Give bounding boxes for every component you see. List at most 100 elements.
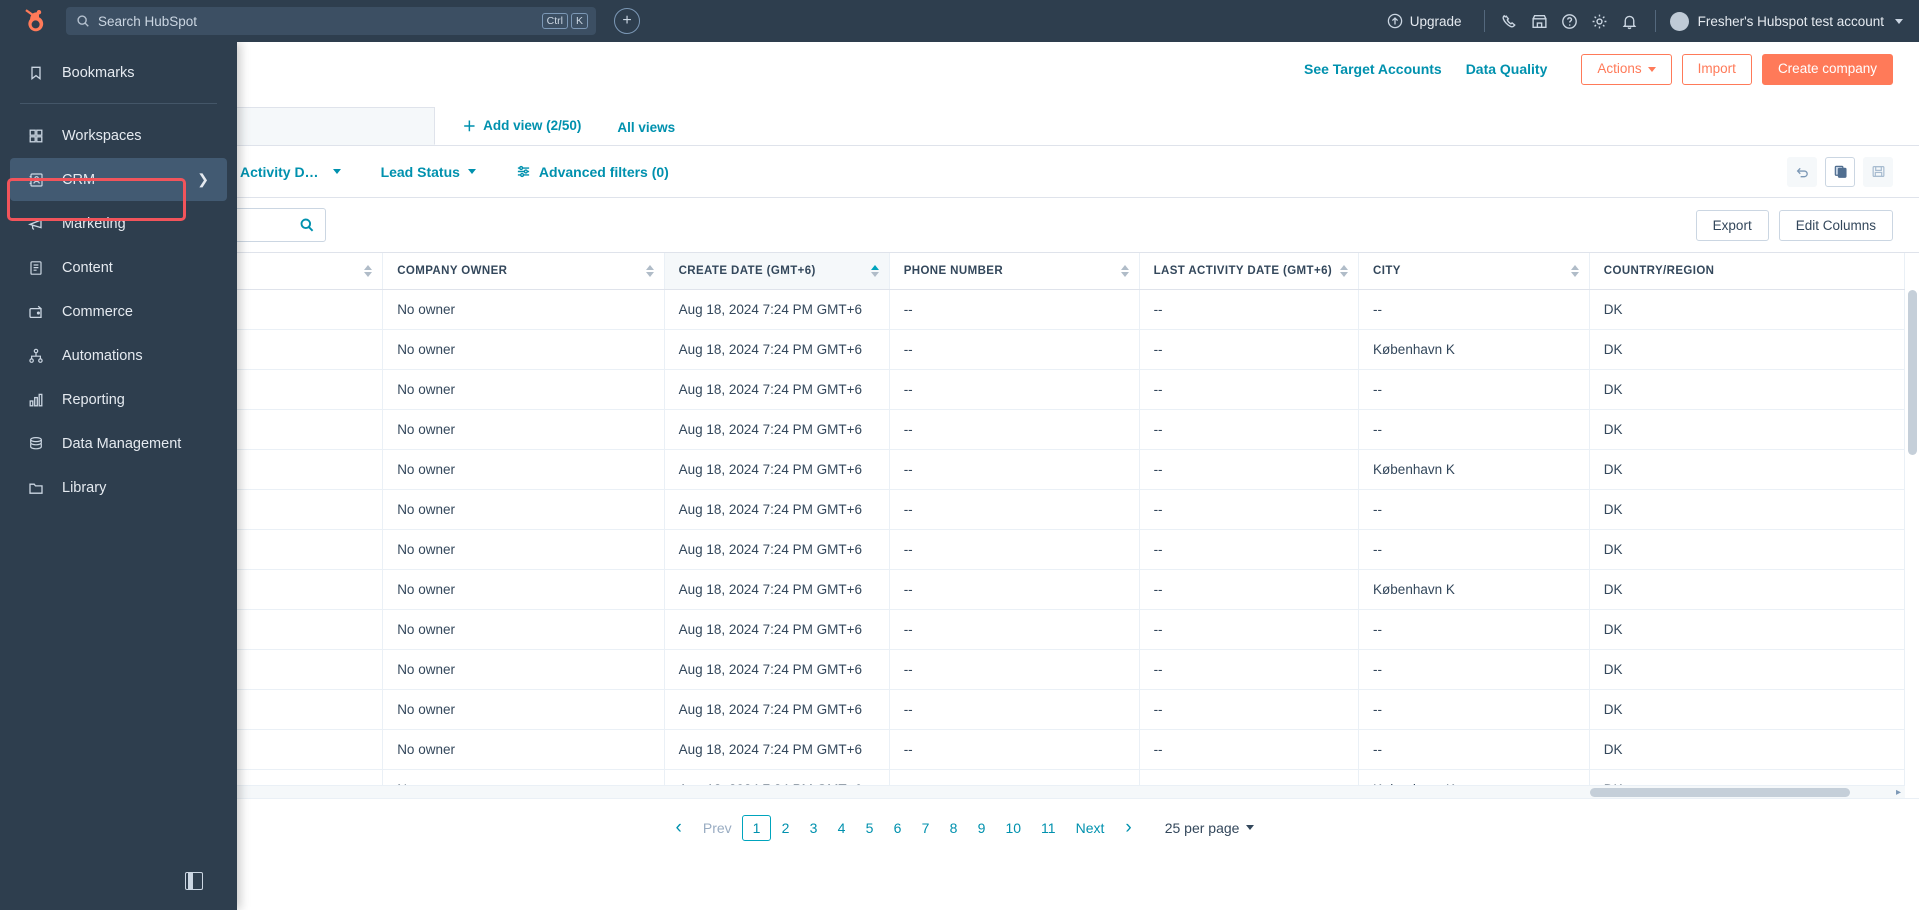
collapse-panel-icon[interactable] xyxy=(185,872,203,890)
per-page-selector[interactable]: 25 per page xyxy=(1165,820,1255,836)
cell-create-date: Aug 18, 2024 7:24 PM GMT+6 xyxy=(664,529,890,570)
table-row[interactable]: ERDAL DANMARK …No ownerAug 18, 2024 7:24… xyxy=(0,489,1906,530)
sidebar-item-reporting[interactable]: Reporting xyxy=(10,378,227,421)
per-page-label: 25 per page xyxy=(1164,819,1240,836)
table-row[interactable]: ARAT SCANDINAVIA…No ownerAug 18, 2024 7:… xyxy=(0,649,1906,690)
column-header-last-activity-date[interactable]: LAST ACTIVITY DATE (GMT+6) xyxy=(1139,253,1360,290)
page-number-3[interactable]: 3 xyxy=(799,816,827,840)
sort-icon[interactable] xyxy=(1120,264,1129,277)
edit-columns-button[interactable]: Edit Columns xyxy=(1778,209,1893,241)
sidebar-item-bookmarks[interactable]: Bookmarks xyxy=(10,51,227,94)
search-icon[interactable] xyxy=(299,217,315,233)
table-row[interactable]: ECIALFORENINGE…No ownerAug 18, 2024 7:24… xyxy=(0,609,1906,650)
page-number-6[interactable]: 6 xyxy=(883,816,911,840)
sidebar-item-crm[interactable]: CRM ❯ xyxy=(10,158,227,201)
hubspot-sprocket-icon[interactable] xyxy=(16,4,50,38)
table-row[interactable]: BRE ADMINISTRAT…No ownerAug 18, 2024 7:2… xyxy=(0,289,1906,330)
sidebar-item-commerce[interactable]: Commerce xyxy=(10,290,227,333)
advanced-filters-button[interactable]: Advanced filters (0) xyxy=(516,164,669,180)
phone-icon[interactable] xyxy=(1495,6,1525,36)
sidebar-item-marketing[interactable]: Marketing xyxy=(10,202,227,245)
save-icon[interactable] xyxy=(1863,156,1893,187)
table-row[interactable]: AMS LIMITED ApSNo ownerAug 18, 2024 7:24… xyxy=(0,449,1906,490)
actions-button[interactable]: Actions xyxy=(1581,54,1672,85)
cell-company-owner: No owner xyxy=(382,449,665,490)
cell-country-region: DK xyxy=(1589,529,1906,570)
cell-city: -- xyxy=(1358,689,1590,730)
cell-create-date: Aug 18, 2024 7:24 PM GMT+6 xyxy=(664,569,890,610)
next-page-arrow[interactable]: › xyxy=(1114,817,1142,839)
scrollbar-thumb[interactable] xyxy=(1590,788,1850,797)
cell-last-activity-date: -- xyxy=(1139,289,1360,330)
page-number-11[interactable]: 11 xyxy=(1031,816,1066,840)
folder-icon xyxy=(28,480,50,496)
data-quality-link[interactable]: Data Quality xyxy=(1466,61,1548,77)
column-header-create-date[interactable]: CREATE DATE (GMT+6) xyxy=(664,253,890,290)
table-row[interactable]: STISEN & RYBERGNo ownerAug 18, 2024 7:24… xyxy=(0,569,1906,610)
all-views-link[interactable]: All views xyxy=(617,120,675,135)
vertical-scrollbar[interactable] xyxy=(1907,290,1918,784)
page-number-8[interactable]: 8 xyxy=(939,816,967,840)
global-search-box[interactable]: Search HubSpot Ctrl K xyxy=(66,7,596,35)
table-toolbar-right: Export Edit Columns xyxy=(1695,209,1893,241)
page-number-10[interactable]: 10 xyxy=(995,816,1031,840)
table-row[interactable]: s ApS under KonkursNo ownerAug 18, 2024 … xyxy=(0,409,1906,450)
cell-create-date: Aug 18, 2024 7:24 PM GMT+6 xyxy=(664,489,890,530)
kbd-key: K xyxy=(570,12,588,30)
cell-company-owner: No owner xyxy=(382,529,665,570)
marketplace-icon[interactable] xyxy=(1525,6,1555,36)
avatar xyxy=(1669,11,1689,31)
scrollbar-thumb[interactable] xyxy=(1908,290,1917,455)
upgrade-button[interactable]: Upgrade xyxy=(1375,13,1474,29)
sidebar-item-automations[interactable]: Automations xyxy=(10,334,227,377)
table-row[interactable]: NPARTSSELSKABET …No ownerAug 18, 2024 7:… xyxy=(0,369,1906,410)
cell-create-date: Aug 18, 2024 7:24 PM GMT+6 xyxy=(664,369,890,410)
horizontal-scrollbar[interactable]: ▸ xyxy=(0,785,1905,798)
bookmark-icon xyxy=(28,65,50,81)
account-menu[interactable]: Fresher's Hubspot test account xyxy=(1666,11,1903,31)
sort-icon[interactable] xyxy=(1570,264,1579,277)
duplicate-icon[interactable] xyxy=(1825,156,1855,187)
sidebar-item-library[interactable]: Library xyxy=(10,466,227,509)
gear-icon[interactable] xyxy=(1585,6,1615,36)
import-button[interactable]: Import xyxy=(1681,54,1752,85)
see-target-accounts-link[interactable]: See Target Accounts xyxy=(1304,61,1442,77)
page-number-1[interactable]: 1 xyxy=(741,814,772,841)
cell-phone-number: -- xyxy=(889,569,1140,610)
page-number-4[interactable]: 4 xyxy=(827,816,855,840)
sort-icon[interactable] xyxy=(645,264,654,277)
page-number-9[interactable]: 9 xyxy=(967,816,995,840)
page-number-5[interactable]: 5 xyxy=(855,816,883,840)
column-header-company-owner[interactable]: COMPANY OWNER xyxy=(382,253,665,290)
sidebar-item-data-management[interactable]: Data Management xyxy=(10,422,227,465)
table-row[interactable]: C. ILLUM A/SNo ownerAug 18, 2024 7:24 PM… xyxy=(0,329,1906,370)
filter-chip-lead-status[interactable]: Lead Status xyxy=(381,164,476,180)
sort-icon[interactable] xyxy=(1340,264,1349,277)
sort-icon[interactable] xyxy=(364,264,373,277)
scroll-right-arrow[interactable]: ▸ xyxy=(1896,787,1901,798)
column-header-phone-number[interactable]: PHONE NUMBER xyxy=(889,253,1140,290)
create-company-button[interactable]: Create company xyxy=(1761,54,1893,85)
add-view-button[interactable]: ＋ Add view (2/50) xyxy=(463,115,582,135)
page-number-7[interactable]: 7 xyxy=(911,816,939,840)
plus-icon: ＋ xyxy=(462,119,477,134)
prev-page-arrow[interactable]: ‹ xyxy=(665,817,693,839)
sidebar-divider xyxy=(20,103,217,104)
table-row[interactable]: WIN-CAT EUROPE A…No ownerAug 18, 2024 7:… xyxy=(0,729,1906,770)
help-icon[interactable] xyxy=(1555,6,1585,36)
undo-icon[interactable] xyxy=(1787,156,1817,187)
next-page-label[interactable]: Next xyxy=(1066,820,1115,836)
sidebar-item-content[interactable]: Content xyxy=(10,246,227,289)
create-new-button[interactable]: + xyxy=(614,8,640,34)
column-header-city[interactable]: CITY xyxy=(1358,253,1590,290)
page-number-2[interactable]: 2 xyxy=(771,816,799,840)
cell-company-owner: No owner xyxy=(382,289,665,330)
sidebar-item-workspaces[interactable]: Workspaces xyxy=(10,114,227,157)
table-row[interactable]: OST UND FINANCE …No ownerAug 18, 2024 7:… xyxy=(0,689,1906,730)
bell-icon[interactable] xyxy=(1615,6,1645,36)
export-button[interactable]: Export xyxy=(1695,209,1769,241)
advanced-filters-label: Advanced filters (0) xyxy=(538,163,669,180)
table-row[interactable]: RÅBJERGET EJEND…No ownerAug 18, 2024 7:2… xyxy=(0,529,1906,570)
sort-icon-active[interactable] xyxy=(870,264,879,277)
column-header-country-region[interactable]: COUNTRY/REGION xyxy=(1589,253,1906,290)
